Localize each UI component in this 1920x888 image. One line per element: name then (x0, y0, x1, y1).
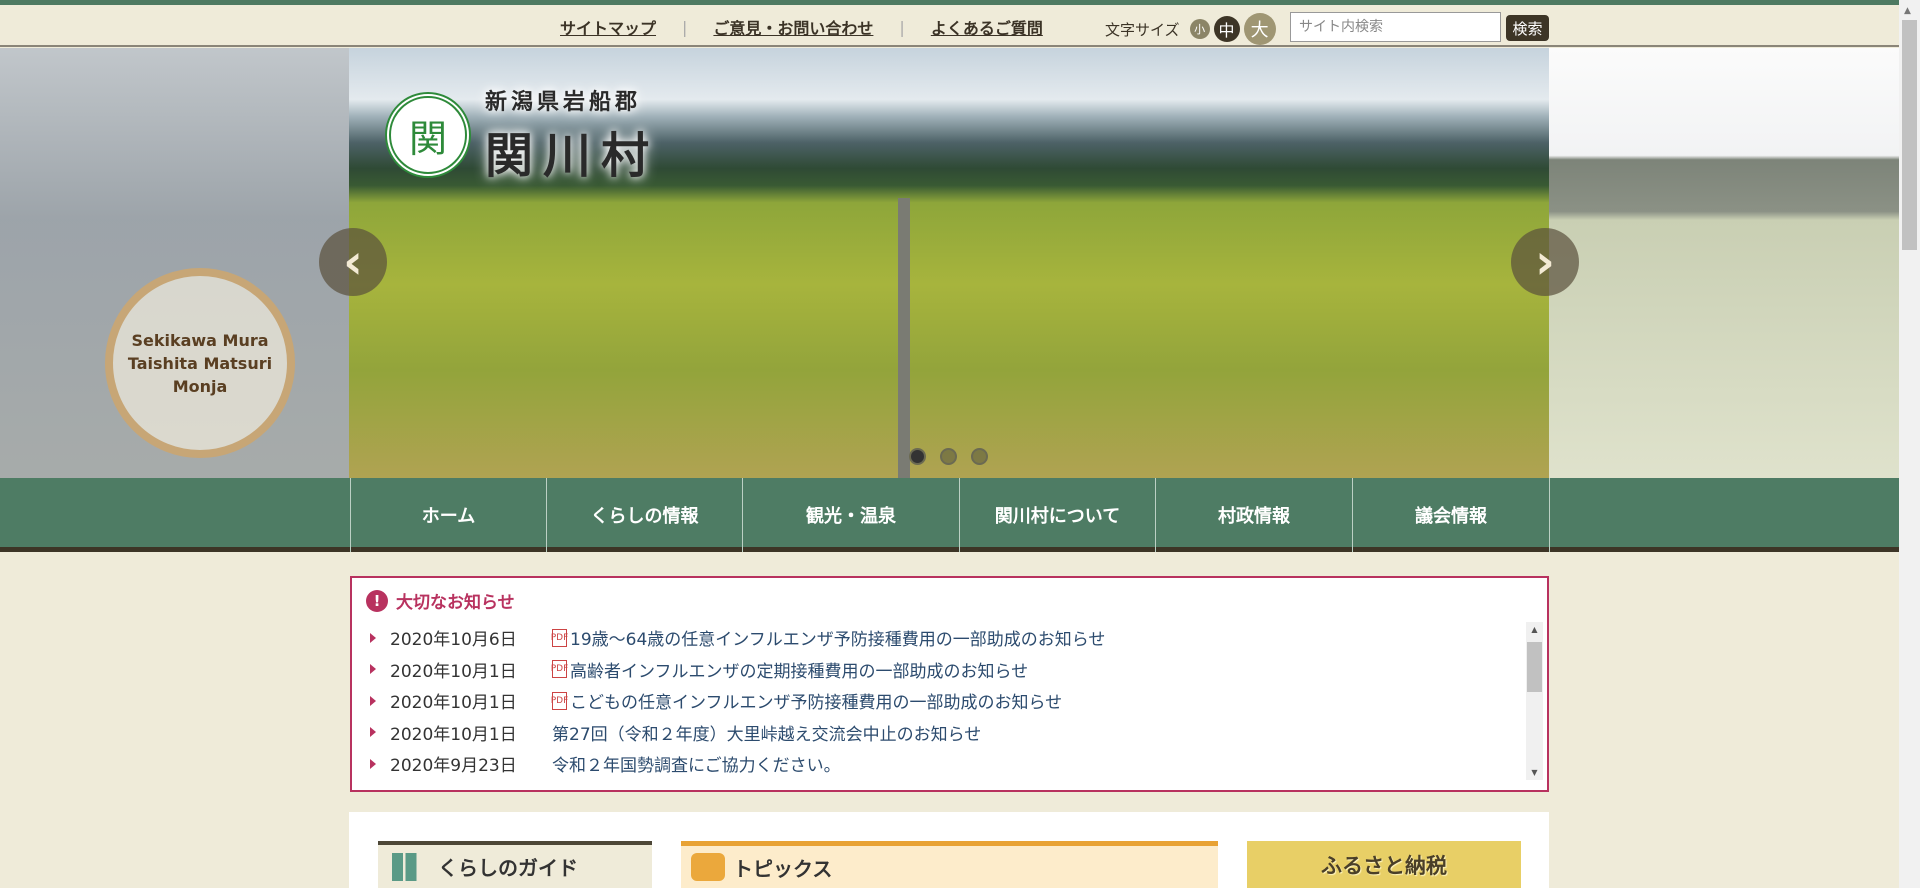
nav-tourism[interactable]: 観光・温泉 (743, 478, 960, 552)
notice-link[interactable]: 第27回（令和２年度）大里峠越え交流会中止のお知らせ (552, 720, 981, 745)
nav-administration[interactable]: 村政情報 (1156, 478, 1353, 552)
nav-living[interactable]: くらしの情報 (547, 478, 743, 552)
pdf-icon: PDF (551, 628, 568, 647)
field-road (898, 198, 910, 478)
notice-scrollbar[interactable]: ▲ ▼ (1526, 622, 1543, 780)
search-input[interactable] (1290, 12, 1501, 42)
notice-item: 2020年9月23日 令和２年国勢調査にご協力ください。 (370, 748, 1510, 780)
notice-item: 2020年10月6日 PDF 19歳～64歳の任意インフルエンザ予防接種費用の一… (370, 622, 1510, 654)
living-guide-section: くらしのガイド (378, 841, 652, 888)
sitemap-link[interactable]: サイトマップ (560, 15, 656, 39)
divider: | (899, 17, 905, 37)
festival-logo: Sekikawa Mura Taishita Matsuri Monja (105, 268, 295, 458)
carousel-prev-button[interactable]: ‹ (319, 228, 387, 296)
font-size-label: 文字サイズ (1105, 20, 1180, 39)
notice-header: ! 大切なお知らせ (366, 588, 515, 613)
carousel-dots (909, 448, 988, 465)
faq-link[interactable]: よくあるご質問 (931, 15, 1043, 39)
notice-item: 2020年10月1日 PDF 高齢者インフルエンザの定期接種費用の一部助成のお知… (370, 654, 1510, 686)
notice-date: 2020年10月1日 (390, 661, 517, 682)
notice-title: 大切なお知らせ (396, 593, 515, 613)
nav-home[interactable]: ホーム (351, 478, 547, 552)
font-size-medium-button[interactable]: 中 (1213, 16, 1240, 42)
speech-bubble-icon (691, 853, 725, 881)
bullet-arrow-icon (370, 632, 376, 643)
scroll-up-icon[interactable]: ▲ (1526, 625, 1543, 634)
carousel-dot-3[interactable] (971, 448, 988, 465)
notice-date: 2020年9月23日 (390, 756, 517, 777)
notice-item: 2020年10月1日 PDF こどもの任意インフルエンザ予防接種費用の一部助成の… (370, 685, 1510, 717)
nav-about[interactable]: 関川村について (960, 478, 1156, 552)
search-button[interactable]: 検索 (1506, 15, 1549, 41)
font-size-large-button[interactable]: 大 (1243, 13, 1276, 45)
hero-carousel: Sekikawa Mura Taishita Matsuri Monja 関 新… (0, 48, 1899, 478)
living-guide-title: くらしのガイド (438, 856, 578, 880)
village-emblem-icon: 関 (385, 92, 471, 178)
exclamation-icon: ! (366, 589, 388, 612)
important-notices: ! 大切なお知らせ 2020年10月6日 PDF 19歳～64歳の任意インフルエ… (350, 576, 1549, 792)
bullet-arrow-icon (370, 695, 376, 706)
bullet-arrow-icon (370, 664, 376, 675)
next-slide-preview (1549, 48, 1899, 478)
notice-date: 2020年10月1日 (390, 724, 517, 745)
festival-logo-text: Taishita Matsuri (127, 353, 273, 373)
notice-link[interactable]: 令和２年国勢調査にご協力ください。 (552, 751, 841, 776)
carousel-next-button[interactable]: › (1511, 228, 1579, 296)
site-logo[interactable]: 関 新潟県岩船郡 関川村 (385, 84, 659, 186)
bullet-arrow-icon (370, 727, 376, 738)
carousel-dot-2[interactable] (940, 448, 957, 465)
festival-logo-text: Monja (172, 376, 228, 396)
notice-list: 2020年10月6日 PDF 19歳～64歳の任意インフルエンザ予防接種費用の一… (370, 622, 1510, 780)
notice-link[interactable]: 19歳～64歳の任意インフルエンザ予防接種費用の一部助成のお知らせ (570, 625, 1105, 650)
notice-item: 2020年10月1日 第27回（令和２年度）大里峠越え交流会中止のお知らせ (370, 717, 1510, 749)
festival-logo-text: Sekikawa Mura (131, 330, 269, 350)
pdf-icon: PDF (551, 660, 568, 679)
topics-title: トピックス (733, 856, 833, 881)
divider: | (682, 17, 688, 37)
pdf-icon: PDF (551, 691, 568, 710)
scroll-thumb[interactable] (1527, 642, 1542, 692)
contact-link[interactable]: ご意見・お問い合わせ (713, 15, 873, 39)
page-scrollbar[interactable]: ▲ (1899, 0, 1920, 888)
books-icon (392, 852, 428, 881)
notice-link[interactable]: こどもの任意インフルエンザ予防接種費用の一部助成のお知らせ (570, 688, 1062, 713)
notice-date: 2020年10月1日 (390, 693, 517, 714)
bullet-arrow-icon (370, 758, 376, 769)
notice-link[interactable]: 高齢者インフルエンザの定期接種費用の一部助成のお知らせ (570, 657, 1028, 682)
font-size-small-button[interactable]: 小 (1189, 19, 1210, 39)
main-nav: ホーム くらしの情報 観光・温泉 関川村について 村政情報 議会情報 (0, 478, 1899, 552)
header: サイトマップ | ご意見・お問い合わせ | よくあるご質問 文字サイズ 小 中 … (0, 5, 1899, 47)
carousel-dot-1[interactable] (909, 448, 926, 465)
page-scroll-thumb[interactable] (1902, 20, 1917, 250)
logo-text: 新潟県岩船郡 関川村 (485, 84, 659, 186)
font-size-control: 文字サイズ 小 中 大 (1105, 13, 1276, 45)
furusato-tax-banner[interactable]: ふるさと納税 (1247, 841, 1521, 888)
notice-date: 2020年10月6日 (390, 630, 517, 651)
header-links: サイトマップ | ご意見・お問い合わせ | よくあるご質問 (560, 15, 1043, 39)
scroll-down-icon[interactable]: ▼ (1526, 768, 1543, 777)
nav-assembly[interactable]: 議会情報 (1353, 478, 1550, 552)
logo-village: 関川村 (485, 128, 660, 184)
topics-section: トピックス (681, 841, 1218, 888)
scroll-up-icon[interactable]: ▲ (1904, 6, 1911, 16)
logo-prefecture: 新潟県岩船郡 (485, 90, 642, 115)
